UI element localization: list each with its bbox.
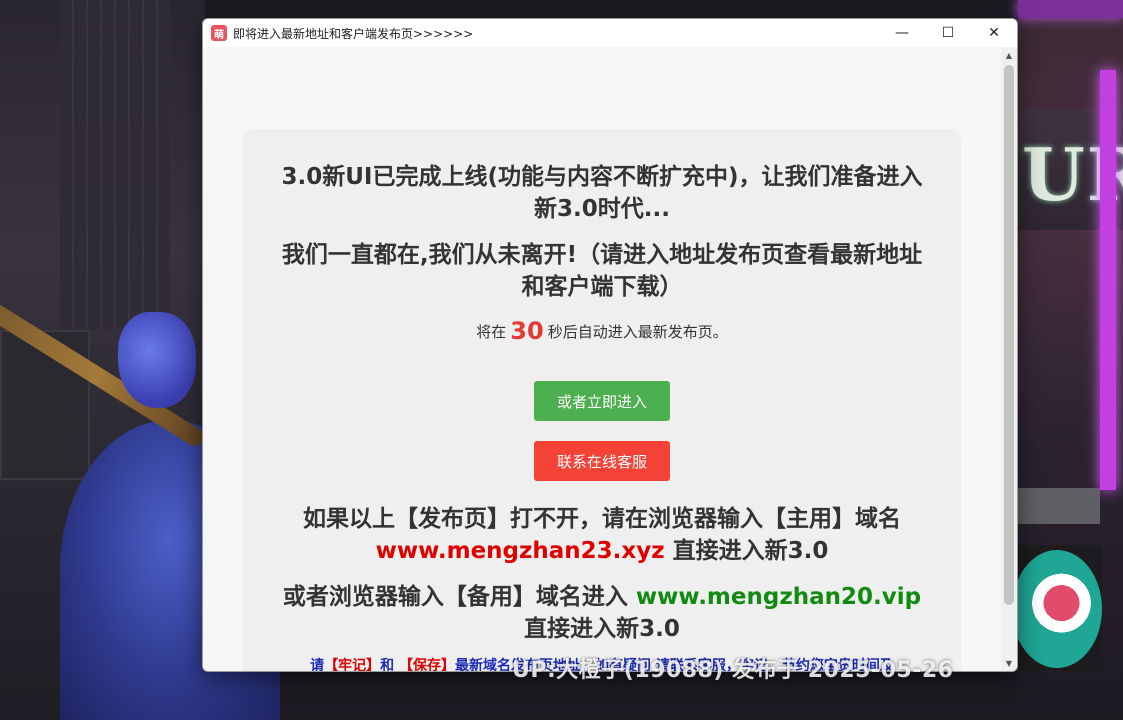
contact-support-button[interactable]: 联系在线客服 (534, 441, 670, 481)
notice-card: 3.0新UI已完成上线(功能与内容不断扩充中)，让我们准备进入新3.0时代...… (243, 129, 961, 671)
backup-domain-text: 或者浏览器输入【备用】域名进入 www.mengzhan20.vip 直接进入新… (243, 581, 961, 645)
note-mark-remember: 【牢记】 (324, 658, 381, 671)
primary-text-after: 直接进入新3.0 (664, 538, 829, 564)
page-content: 3.0新UI已完成上线(功能与内容不断扩充中)，让我们准备进入新3.0时代...… (203, 47, 1017, 671)
headline-launch: 3.0新UI已完成上线(功能与内容不断扩充中)，让我们准备进入新3.0时代... (281, 164, 923, 222)
primary-domain-link[interactable]: www.mengzhan23.xyz (376, 538, 665, 564)
backup-text-before: 或者浏览器输入【备用】域名进入 (282, 584, 636, 610)
backup-text-after: 直接进入新3.0 (524, 616, 680, 642)
scroll-down-icon[interactable]: ▼ (1001, 655, 1017, 671)
note-part2: 和 (380, 658, 395, 671)
enter-now-button[interactable]: 或者立即进入 (534, 381, 670, 421)
primary-text-before: 如果以上【发布页】打不开，请在浏览器输入【主用】域名 (303, 506, 901, 532)
countdown-text: 将在 30 秒后自动进入最新发布页。 (243, 317, 961, 345)
bg-character-hand (118, 312, 196, 408)
note-part1: 请 (310, 658, 325, 671)
window-title: 即将进入最新地址和客户端发布页>>>>>> (233, 26, 474, 41)
scroll-thumb[interactable] (1004, 65, 1014, 605)
scroll-up-icon[interactable]: ▲ (1001, 47, 1017, 63)
title-bar[interactable]: 萌 即将进入最新地址和客户端发布页>>>>>> — ☐ ✕ (203, 19, 1017, 47)
maximize-button[interactable]: ☐ (925, 19, 971, 47)
bg-neon-top (1018, 0, 1123, 18)
bg-bar (1018, 488, 1100, 524)
bg-neon-tube (1100, 70, 1116, 490)
bg-logo-icon (1012, 550, 1102, 668)
primary-domain-text: 如果以上【发布页】打不开，请在浏览器输入【主用】域名 www.mengzhan2… (243, 503, 961, 567)
app-icon: 萌 (211, 25, 227, 41)
countdown-seconds: 30 (510, 317, 544, 345)
countdown-suffix: 秒后自动进入最新发布页。 (547, 323, 728, 341)
minimize-button[interactable]: — (879, 19, 925, 47)
popup-window: 萌 即将进入最新地址和客户端发布页>>>>>> — ☐ ✕ 3.0新UI已完成上… (202, 18, 1018, 672)
video-watermark: UP:大橙子(19088) 发布于 2025-05-26 (512, 658, 954, 683)
countdown-prefix: 将在 (476, 323, 507, 341)
close-button[interactable]: ✕ (971, 19, 1017, 47)
backup-domain-link[interactable]: www.mengzhan20.vip (636, 584, 921, 610)
vertical-scrollbar[interactable]: ▲ ▼ (1001, 47, 1017, 671)
bg-wall (60, 0, 170, 330)
note-mark-save: 【保存】 (399, 658, 455, 671)
headline-still-here: 我们一直都在,我们从未离开!（请进入地址发布页查看最新地址和客户端下载） (281, 242, 923, 300)
